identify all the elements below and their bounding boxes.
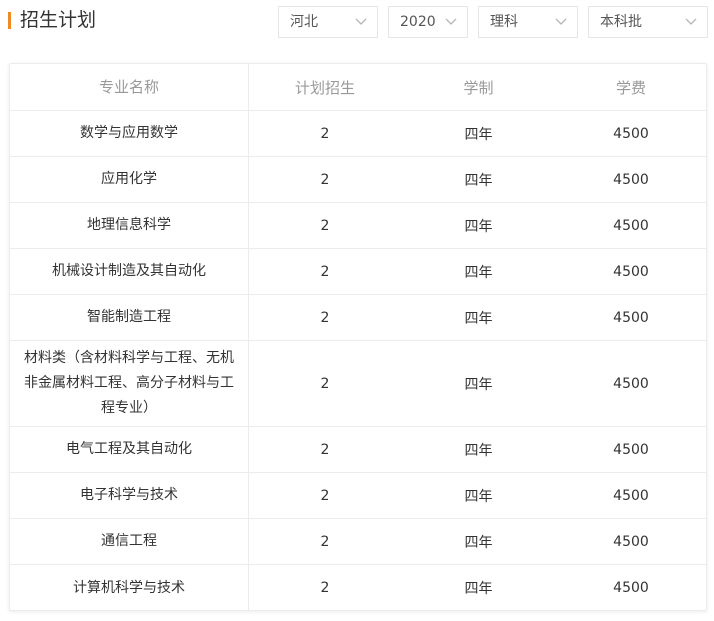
major-cell: 电子科学与技术: [10, 473, 249, 518]
plan-cell: 2: [320, 217, 330, 234]
duration-cell: 四年: [464, 581, 493, 597]
major-cell: 应用化学: [10, 157, 249, 202]
major-cell: 计算机科学与技术: [10, 565, 249, 610]
major-cell: 材料类（含材料科学与工程、无机非金属材料工程、高分子材料与工程专业）: [10, 341, 249, 426]
fee-cell: 4500: [613, 309, 649, 326]
title-accent-bar: [8, 12, 11, 29]
plan-cell: 2: [320, 171, 330, 188]
major-cell: 数学与应用数学: [10, 111, 249, 156]
fee-cell: 4500: [613, 487, 649, 504]
major-cell: 机械设计制造及其自动化: [10, 249, 249, 294]
subject-type-select[interactable]: 理科: [478, 6, 578, 38]
column-header-fee: 学费: [615, 78, 646, 97]
table-header-row: 专业名称 计划招生 学制 学费: [10, 64, 706, 111]
major-cell: 通信工程: [10, 519, 249, 564]
page-header: 招生计划 河北 2020 理科 本科批: [0, 0, 714, 44]
duration-cell: 四年: [464, 488, 493, 505]
batch-select-value: 本科批: [600, 14, 642, 30]
plan-cell: 2: [320, 309, 330, 326]
subject-type-select-value: 理科: [490, 14, 518, 30]
duration-cell: 四年: [464, 218, 493, 235]
fee-cell: 4500: [613, 263, 649, 280]
table-row: 机械设计制造及其自动化 2 四年 4500: [10, 249, 706, 295]
plan-cell: 2: [320, 487, 330, 504]
table-row: 数学与应用数学 2 四年 4500: [10, 111, 706, 157]
table-row: 材料类（含材料科学与工程、无机非金属材料工程、高分子材料与工程专业） 2 四年 …: [10, 341, 706, 427]
fee-cell: 4500: [613, 217, 649, 234]
table-row: 电子科学与技术 2 四年 4500: [10, 473, 706, 519]
fee-cell: 4500: [613, 533, 649, 550]
duration-cell: 四年: [464, 264, 493, 281]
duration-cell: 四年: [464, 534, 493, 551]
table-row: 应用化学 2 四年 4500: [10, 157, 706, 203]
table-row: 智能制造工程 2 四年 4500: [10, 295, 706, 341]
plan-cell: 2: [320, 125, 330, 142]
plan-cell: 2: [320, 263, 330, 280]
province-select[interactable]: 河北: [278, 6, 378, 38]
year-select-value: 2020: [400, 14, 436, 30]
column-header-duration: 学制: [463, 78, 494, 97]
batch-select[interactable]: 本科批: [588, 6, 708, 38]
plan-cell: 2: [320, 375, 330, 392]
fee-cell: 4500: [613, 125, 649, 142]
year-select[interactable]: 2020: [388, 6, 468, 38]
chevron-down-icon: [685, 18, 697, 25]
table-row: 地理信息科学 2 四年 4500: [10, 203, 706, 249]
chevron-down-icon: [355, 18, 367, 25]
plan-cell: 2: [320, 580, 330, 596]
fee-cell: 4500: [613, 171, 649, 188]
column-header-major: 专业名称: [10, 64, 249, 110]
plan-cell: 2: [320, 533, 330, 550]
fee-cell: 4500: [613, 441, 649, 458]
duration-cell: 四年: [464, 310, 493, 327]
major-cell: 智能制造工程: [10, 295, 249, 340]
chevron-down-icon: [555, 18, 567, 25]
table-row: 计算机科学与技术 2 四年 4500: [10, 565, 706, 610]
duration-cell: 四年: [464, 172, 493, 189]
duration-cell: 四年: [464, 442, 493, 459]
plan-cell: 2: [320, 441, 330, 458]
chevron-down-icon: [445, 18, 457, 25]
table-row: 通信工程 2 四年 4500: [10, 519, 706, 565]
enrollment-plan-table: 专业名称 计划招生 学制 学费 数学与应用数学 2 四年 4500 应用化学 2…: [9, 63, 707, 611]
duration-cell: 四年: [464, 376, 493, 393]
duration-cell: 四年: [464, 126, 493, 143]
fee-cell: 4500: [613, 375, 649, 392]
major-cell: 电气工程及其自动化: [10, 427, 249, 472]
page-title: 招生计划: [20, 9, 97, 31]
province-select-value: 河北: [290, 14, 318, 30]
fee-cell: 4500: [613, 580, 649, 596]
table-row: 电气工程及其自动化 2 四年 4500: [10, 427, 706, 473]
column-header-plan: 计划招生: [294, 78, 355, 97]
major-cell: 地理信息科学: [10, 203, 249, 248]
